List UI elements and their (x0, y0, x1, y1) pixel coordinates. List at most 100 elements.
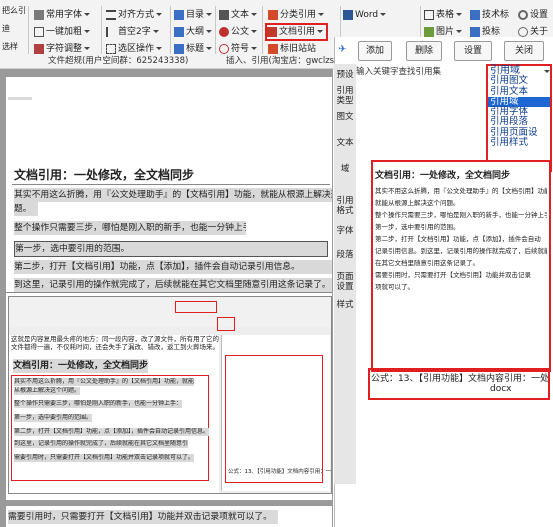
info-icon (518, 26, 528, 37)
tab-page-setup[interactable]: 页面设置 (334, 272, 356, 292)
dropdown-option[interactable]: 引用样式 (488, 137, 550, 148)
selection-ops-button[interactable]: 选区操作 (106, 42, 163, 56)
pin-icon[interactable]: ✈ (338, 44, 352, 55)
embedded-line-5: 第二步，打开【文档引用】功能，点【添加】，插件会自动记录引用信息。 (14, 428, 210, 436)
indent-button[interactable]: 首空2字 (106, 25, 159, 39)
tech-bid-icon (470, 9, 480, 20)
outline-label: 大纲 (186, 27, 205, 37)
mark-icon (268, 43, 278, 54)
indent-icon (106, 26, 116, 37)
outline-icon (174, 26, 184, 37)
table-icon (424, 9, 434, 20)
tab-preset[interactable]: 预设 (334, 70, 356, 80)
toc-button[interactable]: 目录 (174, 8, 213, 22)
document-page[interactable]: 文档引用：一处修改，全文档同步 其实不用这么折腾，用『公文处理助手』的【文档引用… (6, 100, 332, 500)
doc-ref-label: 文档引用 (279, 27, 316, 37)
font-icon (34, 9, 44, 20)
category-ref-button[interactable]: 分类引用 (268, 8, 325, 22)
tab-paragraph[interactable]: 段落 (334, 250, 356, 260)
category-ref-label: 分类引用 (280, 10, 317, 20)
official-doc-button[interactable]: 公文 (219, 25, 258, 39)
tech-bid-label: 技术标 (482, 10, 510, 20)
embedded-preview-box: 公式：13、【引用功能】文档内容引用：一 (225, 355, 331, 483)
embedded-line-2: 从根源上解决这个问题。 (14, 387, 81, 395)
tab-ref-format[interactable]: 引用格式 (334, 196, 356, 216)
word-icon (343, 9, 353, 20)
preview-line: 其实不用这么折腾，用『公文处理助手』的【文档引用】功能， (375, 187, 547, 195)
word-button[interactable]: Word (343, 8, 387, 22)
doc-para-1: 其实不用这么折腾，用『公文处理助手』的【文档引用】功能，就能从根源上解决这个问 (14, 188, 332, 202)
tab-text[interactable]: 文本 (334, 138, 356, 148)
preview-body: 其实不用这么折腾，用『公文处理助手』的【文档引用】功能， 就能从根源上解决这个问题… (375, 185, 547, 293)
ribbon-status-left: 文件超规(用户空间群：625243338) (48, 56, 189, 66)
tech-bid-button[interactable]: 技术标 (470, 8, 509, 22)
search-input[interactable]: 输入关键字查找引用集 (356, 66, 486, 79)
heading-button[interactable]: 标题 (174, 42, 213, 56)
formula-highlight (368, 368, 550, 400)
tab-field[interactable]: 域 (334, 164, 356, 174)
tab-image-text[interactable]: 图文 (334, 112, 356, 122)
doc-para-3: 第一步，选中要引用的范围。 (14, 241, 328, 257)
preview-line: 需要引用时，只需要打开【文档引用】功能并双击记录 (375, 271, 531, 279)
outline-button[interactable]: 大纲 (174, 25, 213, 39)
ribbon-left-label-3[interactable]: 选样 (2, 40, 18, 54)
char-adjust-label: 字符调整 (46, 44, 83, 54)
category-ref-icon (268, 9, 278, 20)
dropdown-options: 引用图文 引用文本 引用域 引用字体 引用段落 引用页面设 引用样式 (488, 75, 550, 148)
heading-icon (174, 43, 184, 54)
embedded-screenshot: 这就是内容复用最头疼的地方：同一段内容，改了源文件，所有用了它的 文件都得一遍，… (8, 296, 332, 494)
doc-title: 文档引用：一处修改，全文档同步 (14, 168, 195, 182)
tab-font[interactable]: 字体 (334, 226, 356, 236)
embedded-highlight-box: 其实不用这么折腾，用『公文处理助手』的【文档引用】功能，就能 从根源上解决这个问… (11, 375, 210, 481)
text-button[interactable]: 文本 (219, 8, 258, 22)
doc-ref-icon (267, 26, 277, 37)
embedded-add-highlight (217, 317, 235, 331)
symbol-button[interactable]: 符号 (219, 42, 258, 56)
panel-settings-button[interactable]: 设置 (454, 41, 492, 61)
embedded-header-2: 文件都得一遍，不仅耗时间，还会失手了漏改、错改，返工到火葬场来。 (11, 343, 219, 351)
selection-icon (106, 43, 116, 54)
gear-icon (518, 9, 528, 20)
table-button[interactable]: 表格 (424, 8, 463, 22)
preview-box: 文档引用：一处修改，全文档同步 其实不用这么折腾，用『公文处理助手』的【文档引用… (371, 160, 551, 372)
align-icon (106, 9, 116, 20)
word-label: Word (355, 10, 379, 20)
settings-button[interactable]: 设置 (518, 8, 548, 22)
embedded-line-7: 需要引用时，只需要打开【文档引用】功能并双击记录项就可以了。 (14, 454, 195, 462)
font-style-button[interactable]: 常用字体 (34, 8, 91, 22)
align-button[interactable]: 对齐方式 (106, 8, 163, 22)
bold-all-button[interactable]: 一键加粗 (34, 25, 91, 39)
mark-label: 标旧站站 (280, 44, 317, 54)
official-doc-label: 公文 (231, 27, 250, 37)
selection-ops-label: 选区操作 (118, 44, 155, 54)
embedded-line-3: 整个操作只需要三步，哪怕是刚入职的新手，也能一分钟上手： (14, 400, 183, 408)
bid-icon (470, 26, 480, 37)
preview-line: 项就可以了。 (375, 283, 414, 291)
doc-ref-button[interactable]: 文档引用 (264, 23, 329, 41)
ribbon-left-label-2[interactable]: 迪 (2, 22, 10, 36)
symbol-icon (219, 43, 229, 54)
ref-type-dropdown[interactable]: 引用域 引用图文 引用文本 引用域 引用字体 引用段落 引用页面设 引用样式 (486, 64, 552, 172)
doc-para-6: 需要引用时，只需要打开【文档引用】功能并双击记录项就可以了。 (8, 510, 278, 524)
tab-ref-type[interactable]: 引用类型 (334, 86, 356, 106)
symbol-label: 符号 (231, 44, 250, 54)
add-button[interactable]: 添加 (358, 41, 392, 61)
bid-label: 投标 (482, 27, 501, 37)
delete-button[interactable]: 删除 (406, 41, 442, 61)
indent-label: 首空2字 (118, 27, 151, 37)
char-adjust-icon (34, 43, 44, 54)
table-label: 表格 (436, 10, 455, 20)
doc-para-5: 到这里，记录引用的操作就完成了，后续就能在其它文档里随意引用这条记录了。 (14, 278, 332, 292)
mark-button[interactable]: 标旧站站 (268, 42, 316, 56)
ribbon-status-right: 插入、引用(淘宝店：gwclzs (226, 56, 335, 66)
close-button[interactable]: 关闭 (504, 41, 544, 61)
text-label: 文本 (231, 10, 250, 20)
char-adjust-button[interactable]: 字符调整 (34, 42, 91, 56)
ribbon-left-label[interactable]: 把么引 (2, 4, 28, 18)
preview-line: 整个操作只需要三步，哪怕是刚入职的新手，也能一分钟上手： (375, 211, 547, 219)
embedded-line-1: 其实不用这么折腾，用『公文处理助手』的【文档引用】功能，就能 (14, 378, 195, 386)
embedded-doc-ref-highlight (175, 301, 217, 313)
bold-icon (34, 26, 44, 37)
embedded-line-6: 到这里，记录引用的操作就完成了，后续就能在其它文档里随意引 (14, 440, 189, 448)
tab-style[interactable]: 样式 (334, 300, 356, 310)
